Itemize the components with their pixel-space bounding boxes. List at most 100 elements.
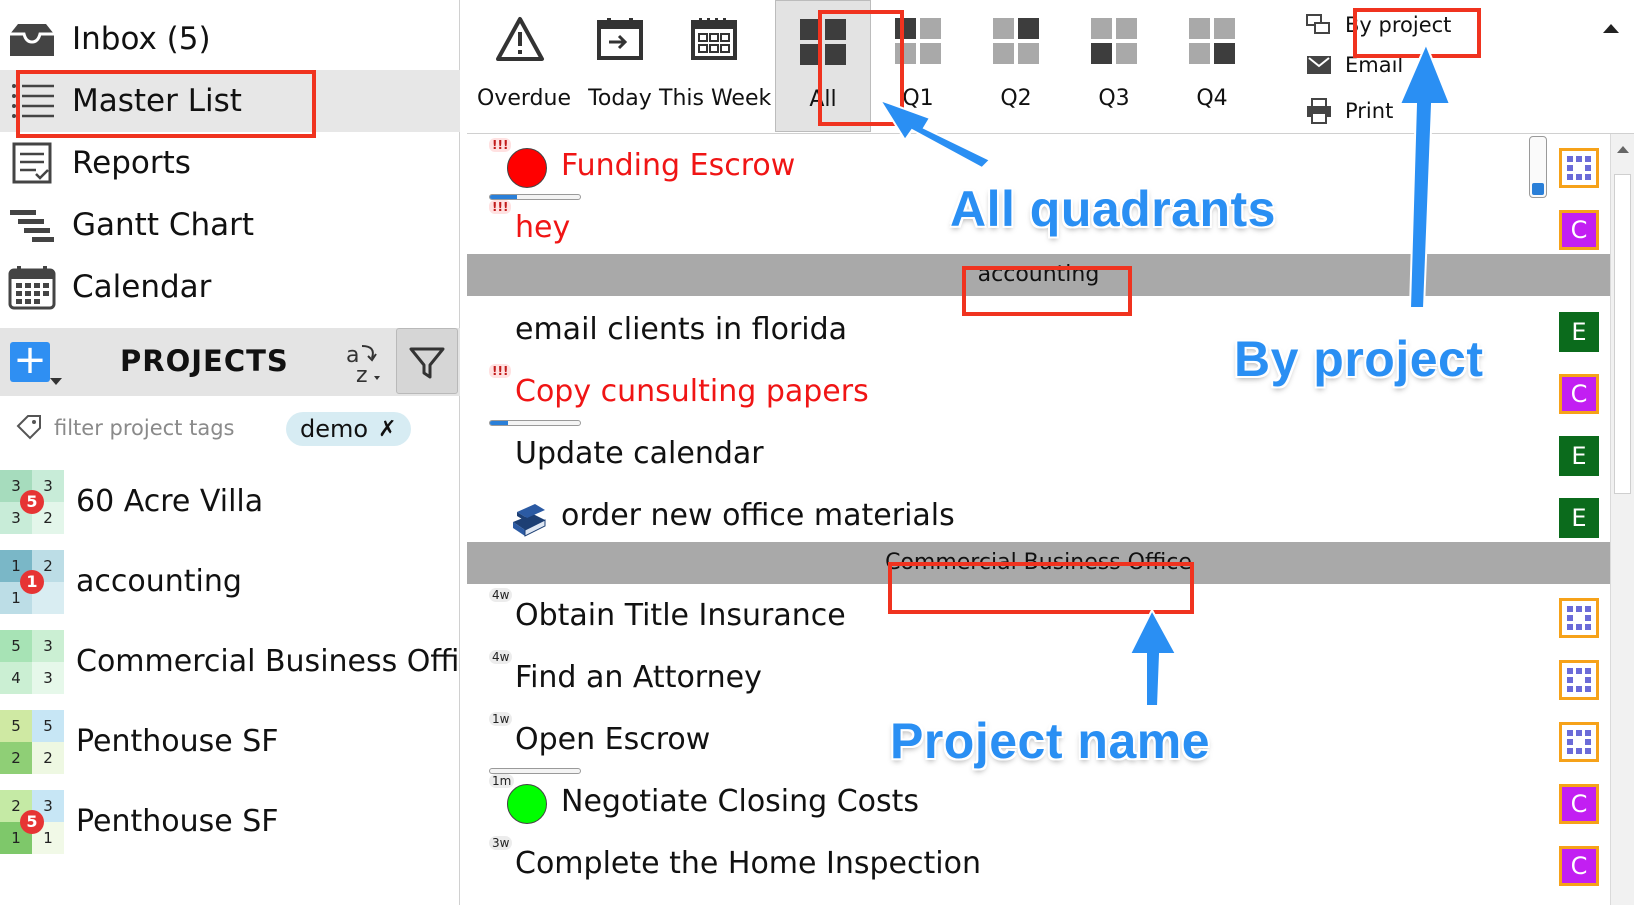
svg-text:z: z: [356, 363, 368, 386]
project-name: Penthouse SF: [76, 724, 279, 759]
project-row[interactable]: 5 5 2 2 Penthouse SF: [0, 704, 460, 780]
task-list: !!! Funding Escrow !!! hey C accounting …: [467, 134, 1610, 905]
overdue-button[interactable]: Overdue: [477, 0, 571, 132]
quadrant-badge[interactable]: E: [1559, 312, 1599, 352]
task-label: Negotiate Closing Costs: [561, 784, 920, 819]
nav-gantt-chart[interactable]: Gantt Chart: [0, 194, 460, 256]
collapse-toolbar-icon[interactable]: [1603, 24, 1619, 33]
week-calendar-icon: [691, 18, 737, 60]
project-tag-filter[interactable]: filter project tags demo ✗: [0, 404, 460, 452]
quadrant-matrix-icon[interactable]: [1559, 148, 1599, 188]
project-name: Commercial Business Office: [76, 644, 460, 679]
task-row[interactable]: 4w Find an Attorney: [467, 648, 1610, 712]
task-label: hey: [515, 210, 571, 245]
due-badge: 4w: [489, 588, 513, 602]
project-name: 60 Acre Villa: [76, 484, 264, 519]
task-label: order new office materials: [561, 498, 955, 533]
q4-button[interactable]: Q4: [1167, 0, 1257, 132]
quadrant-count: 5: [0, 710, 32, 742]
project-quadrant-grid: 5 5 2 2: [0, 710, 64, 774]
task-row[interactable]: Update calendar E: [467, 424, 1610, 488]
task-row[interactable]: 1m Negotiate Closing Costs C: [467, 772, 1610, 836]
tag-chip-label: demo: [300, 415, 369, 443]
filter-projects-button[interactable]: [396, 328, 458, 394]
due-badge: 1w: [489, 712, 513, 726]
q4-icon: [1189, 18, 1235, 64]
nav-reports[interactable]: Reports: [0, 132, 460, 194]
quadrant-badge[interactable]: C: [1559, 374, 1599, 414]
quadrant-matrix-icon[interactable]: [1559, 598, 1599, 638]
project-row[interactable]: 5 3 4 3 Commercial Business Office: [0, 624, 460, 700]
project-quadrant-grid: 3 3 3 2 5: [0, 470, 64, 534]
task-label: Copy cunsulting papers: [515, 374, 869, 409]
vertical-scrollbar[interactable]: [1610, 134, 1634, 905]
quadrant-badge[interactable]: E: [1559, 498, 1599, 538]
quadrant-count: 2: [32, 742, 64, 774]
print-button[interactable]: Print: [1305, 94, 1393, 128]
sort-az-icon[interactable]: a z: [342, 338, 386, 386]
add-project-dropdown-icon[interactable]: [50, 378, 62, 385]
warning-icon: [496, 17, 544, 61]
quadrant-badge[interactable]: C: [1559, 784, 1599, 824]
quadrant-matrix-icon[interactable]: [1559, 660, 1599, 700]
add-project-button[interactable]: +: [10, 340, 50, 382]
annotation-by-project: By project: [1234, 331, 1484, 387]
project-name: Penthouse SF: [76, 804, 279, 839]
projects-header: + PROJECTS a z: [0, 328, 460, 396]
project-row[interactable]: 3 3 3 2 5 60 Acre Villa: [0, 464, 460, 540]
task-row[interactable]: 3w Complete the Home Inspection C: [467, 834, 1610, 898]
project-row[interactable]: 1 2 1 1 accounting: [0, 544, 460, 620]
q3-button[interactable]: Q3: [1069, 0, 1159, 132]
nav-calendar[interactable]: Calendar: [0, 256, 460, 318]
zoom-slider[interactable]: [1529, 136, 1547, 198]
highlight-project-group: [888, 562, 1194, 614]
today-icon: [597, 18, 643, 60]
annotation-all-quadrants: All quadrants: [950, 181, 1276, 237]
projects-title: PROJECTS: [120, 344, 289, 378]
scrollbar-thumb[interactable]: [1614, 174, 1631, 494]
task-label: Complete the Home Inspection: [515, 846, 981, 881]
priority-marker: !!!: [489, 200, 512, 214]
due-badge: 4w: [489, 650, 513, 664]
priority-marker: !!!: [489, 364, 512, 378]
nav-inbox[interactable]: Inbox (5): [0, 8, 460, 70]
project-row[interactable]: 2 3 1 1 5 Penthouse SF: [0, 784, 460, 860]
tag-icon: [16, 415, 41, 440]
scroll-up-icon[interactable]: [1617, 146, 1629, 153]
email-icon: [1307, 56, 1331, 74]
tag-filter-placeholder[interactable]: filter project tags: [54, 416, 234, 440]
q2-label: Q2: [1000, 86, 1032, 111]
nav-calendar-label: Calendar: [72, 269, 212, 305]
task-row[interactable]: order new office materials E: [467, 486, 1610, 550]
inbox-icon: [10, 24, 54, 56]
quadrant-count: 3: [32, 630, 64, 662]
q2-button[interactable]: Q2: [971, 0, 1061, 132]
task-label: Open Escrow: [515, 722, 711, 757]
zoom-slider-knob[interactable]: [1532, 183, 1544, 195]
highlight-all-button: [818, 10, 904, 126]
notification-badge: 1: [20, 570, 44, 594]
quadrant-badge[interactable]: C: [1559, 210, 1599, 250]
task-label: Find an Attorney: [515, 660, 762, 695]
calendar-icon: [8, 266, 56, 310]
books-icon: [513, 504, 546, 537]
quadrant-matrix-icon[interactable]: [1559, 722, 1599, 762]
due-badge: 3w: [489, 836, 513, 850]
tag-chip-remove-icon[interactable]: ✗: [378, 417, 396, 442]
highlight-master-list: [16, 70, 316, 138]
printer-icon: [1307, 98, 1331, 124]
this-week-button[interactable]: This Week: [659, 0, 771, 132]
notification-badge: 5: [20, 810, 44, 834]
quadrant-count: 5: [0, 630, 32, 662]
today-button[interactable]: Today: [577, 0, 663, 132]
task-label: email clients in florida: [515, 312, 848, 347]
project-name: accounting: [76, 564, 242, 599]
quadrant-badge[interactable]: E: [1559, 436, 1599, 476]
quadrant-count: 3: [32, 662, 64, 694]
quadrant-count: 2: [0, 742, 32, 774]
quadrant-badge[interactable]: C: [1559, 846, 1599, 886]
report-icon: [12, 142, 52, 184]
status-dot-icon: [507, 148, 547, 188]
status-dot-icon: [507, 784, 547, 824]
tag-chip-demo[interactable]: demo ✗: [286, 412, 411, 446]
